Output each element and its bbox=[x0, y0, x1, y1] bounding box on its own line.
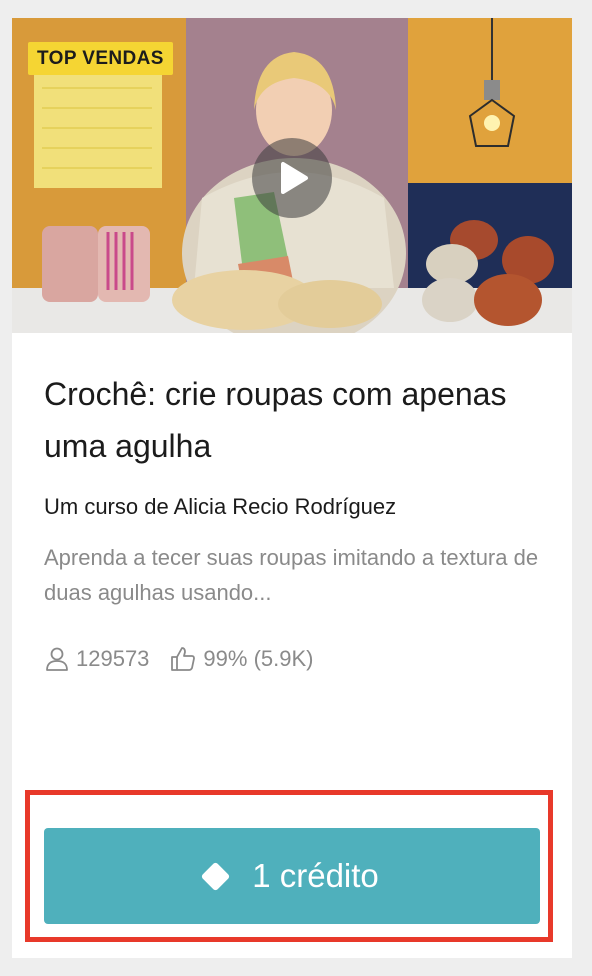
play-icon bbox=[281, 162, 308, 194]
diamond-icon bbox=[200, 861, 231, 891]
course-description: Aprenda a tecer suas roupas imitando a t… bbox=[44, 545, 539, 605]
course-stats: 129573 99% (5.9K) bbox=[44, 644, 544, 674]
students-stat: 129573 bbox=[44, 646, 149, 672]
credit-button-label: 1 crédito bbox=[252, 857, 379, 894]
course-title[interactable]: Crochê: crie roupas com apenas uma agulh… bbox=[44, 368, 544, 472]
play-button[interactable] bbox=[252, 138, 332, 218]
rating-stat: 99% (5.9K) bbox=[169, 645, 313, 673]
thumbs-up-icon bbox=[171, 647, 196, 671]
user-icon bbox=[46, 647, 68, 671]
course-thumbnail[interactable]: TOP VENDAS bbox=[12, 18, 572, 333]
course-card[interactable]: TOP VENDAS Crochê: crie roupas com apena… bbox=[12, 18, 572, 958]
top-sales-badge: TOP VENDAS bbox=[28, 42, 173, 75]
students-count: 129573 bbox=[76, 646, 150, 671]
rating-value: 99% (5.9K) bbox=[203, 646, 314, 671]
credit-purchase-button[interactable]: 1 crédito bbox=[44, 828, 540, 924]
course-author: Um curso de Alicia Recio Rodríguez bbox=[44, 494, 397, 519]
